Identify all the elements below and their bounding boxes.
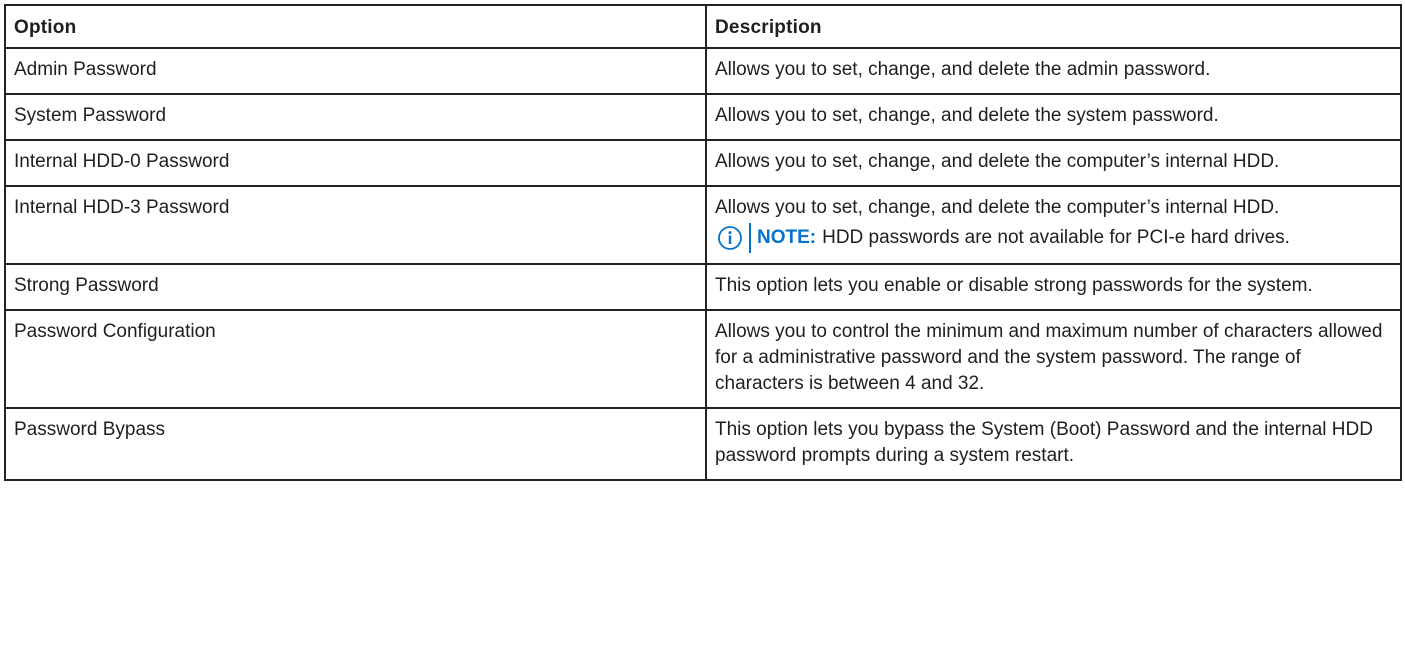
- table-row: Strong Password This option lets you ena…: [4, 263, 1402, 311]
- table-row: Internal HDD-3 Password Allows you to se…: [4, 185, 1402, 265]
- description-cell: Allows you to control the minimum and ma…: [705, 309, 1402, 409]
- description-cell: This option lets you bypass the System (…: [705, 407, 1402, 481]
- option-cell: Password Bypass: [4, 407, 707, 481]
- description-cell: Allows you to set, change, and delete th…: [705, 93, 1402, 141]
- option-cell: System Password: [4, 93, 707, 141]
- option-cell: Password Configuration: [4, 309, 707, 409]
- description-cell: This option lets you enable or disable s…: [705, 263, 1402, 311]
- option-cell: Internal HDD-3 Password: [4, 185, 707, 265]
- info-icon: [718, 226, 742, 250]
- column-header-option: Option: [4, 4, 707, 49]
- option-cell: Internal HDD-0 Password: [4, 139, 707, 187]
- security-options-table: Option Description Admin Password Allows…: [4, 4, 1402, 481]
- description-cell: Allows you to set, change, and delete th…: [705, 139, 1402, 187]
- note-label: NOTE:: [757, 227, 817, 248]
- note-body: NOTE: HDD passwords are not available for…: [749, 223, 1290, 253]
- description-cell: Allows you to set, change, and delete th…: [705, 47, 1402, 95]
- description-text: Allows you to set, change, and delete th…: [715, 197, 1280, 218]
- table-row: System Password Allows you to set, chang…: [4, 93, 1402, 141]
- option-cell: Admin Password: [4, 47, 707, 95]
- note-text: HDD passwords are not available for PCI-…: [822, 227, 1290, 248]
- table-row: Internal HDD-0 Password Allows you to se…: [4, 139, 1402, 187]
- column-header-description: Description: [705, 4, 1402, 49]
- table-row: Password Bypass This option lets you byp…: [4, 407, 1402, 481]
- table-header-row: Option Description: [4, 4, 1402, 49]
- table-row: Password Configuration Allows you to con…: [4, 309, 1402, 409]
- option-cell: Strong Password: [4, 263, 707, 311]
- table-row: Admin Password Allows you to set, change…: [4, 47, 1402, 95]
- description-cell: Allows you to set, change, and delete th…: [705, 185, 1402, 265]
- note-callout: NOTE: HDD passwords are not available for…: [715, 223, 1392, 253]
